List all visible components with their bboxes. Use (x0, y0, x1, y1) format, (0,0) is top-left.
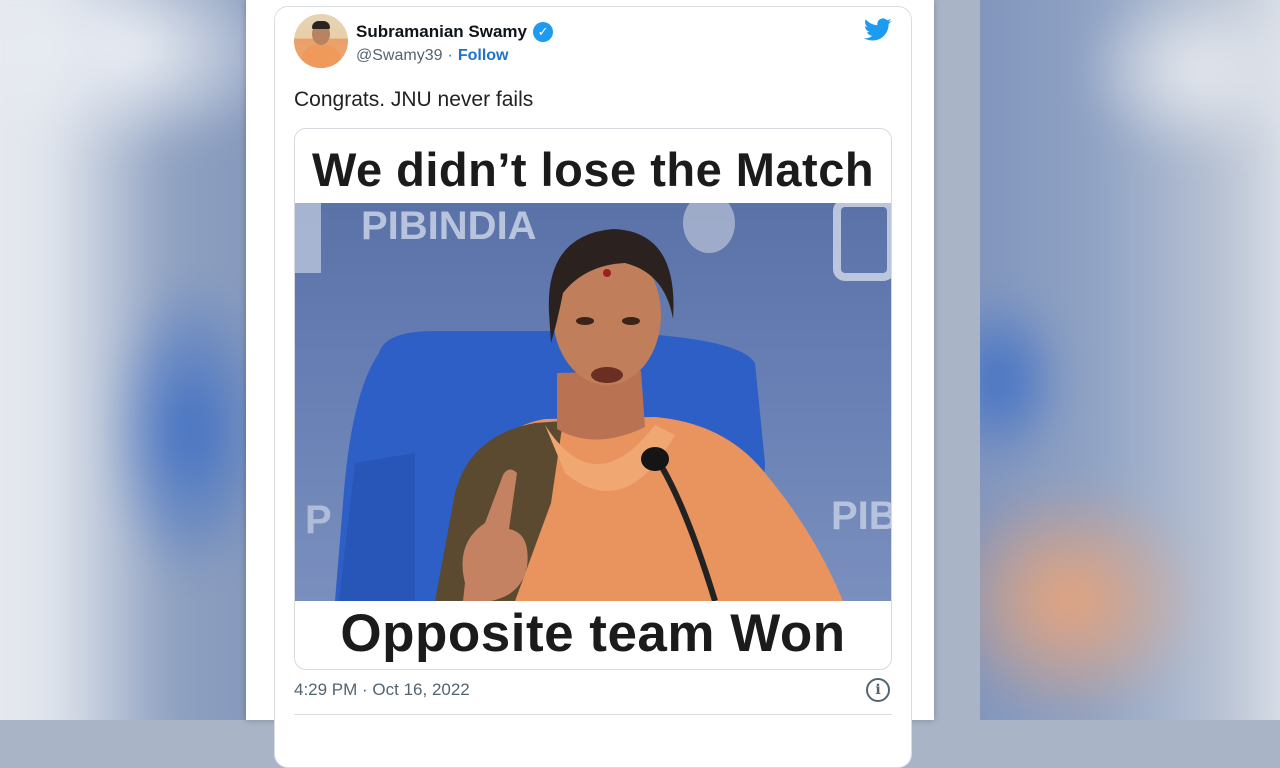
follow-button[interactable]: Follow (458, 47, 509, 64)
author-name-row: Subramanian Swamy ✓ (356, 22, 554, 42)
tweet-footer: 4:29 PM · Oct 16, 2022 i (294, 678, 894, 706)
author-name[interactable]: Subramanian Swamy (356, 22, 527, 42)
handle-separator: · (447, 47, 453, 64)
verified-badge-icon: ✓ (533, 22, 554, 42)
blurred-backdrop-right (980, 0, 1280, 720)
tweet-header: Subramanian Swamy ✓ @Swamy39 · Follow (294, 14, 894, 74)
tweet-screenshot: Subramanian Swamy ✓ @Swamy39 · Follow Cong… (246, 0, 934, 768)
tweet-media[interactable]: We didn’t lose the Match PIBINDIA PIB P (294, 128, 892, 670)
author-handle[interactable]: @Swamy39 (356, 47, 443, 64)
author-handle-row: @Swamy39 · Follow (356, 47, 508, 65)
tweet-timestamp[interactable]: 4:29 PM · Oct 16, 2022 (294, 680, 470, 700)
info-icon[interactable]: i (866, 678, 890, 702)
tweet-text: Congrats. JNU never fails (294, 88, 534, 111)
backdrop-text-left: P (305, 498, 332, 542)
meme-photo: PIBINDIA PIB P (295, 203, 891, 601)
meme-caption-top: We didn’t lose the Match (311, 143, 875, 196)
footer-divider (294, 714, 892, 715)
backdrop-text-right: PIB (831, 494, 891, 538)
meme-caption-bottom: Opposite team Won (340, 604, 846, 663)
twitter-bird-icon[interactable] (864, 18, 892, 42)
author-avatar[interactable] (294, 14, 348, 68)
backdrop-text: PIBINDIA (361, 204, 537, 248)
